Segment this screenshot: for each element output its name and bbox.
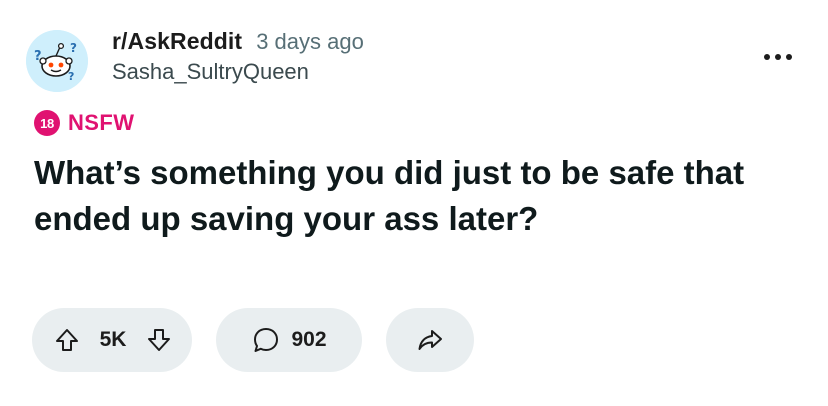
share-arrow-icon xyxy=(415,325,445,355)
subreddit-avatar-icon[interactable]: ? ? ? xyxy=(26,30,88,92)
post-meta: r/AskReddit 3 days ago Sasha_SultryQueen xyxy=(112,28,364,85)
more-dot xyxy=(764,54,770,60)
vote-pill: 5K xyxy=(32,308,192,372)
svg-text:?: ? xyxy=(70,41,77,55)
comment-bubble-icon xyxy=(251,325,281,355)
post-header: ? ? ? r/AskReddit 3 days ago Sasha_Sultr… xyxy=(26,24,802,94)
nsfw-tag: 18 NSFW xyxy=(34,110,134,136)
author-username[interactable]: Sasha_SultryQueen xyxy=(112,59,364,85)
downvote-arrow-icon[interactable] xyxy=(144,325,174,355)
more-dot xyxy=(775,54,781,60)
more-options-icon[interactable] xyxy=(764,52,792,62)
post-card[interactable]: ? ? ? r/AskReddit 3 days ago Sasha_Sultr… xyxy=(0,0,828,406)
nsfw-label: NSFW xyxy=(68,110,135,135)
nsfw-18-badge: 18 xyxy=(34,110,60,136)
post-timestamp: 3 days ago xyxy=(256,29,364,54)
post-title[interactable]: What’s something you did just to be safe… xyxy=(34,150,804,242)
post-actions: 5K 902 xyxy=(32,308,474,372)
more-dot xyxy=(786,54,792,60)
comments-button[interactable]: 902 xyxy=(216,308,362,372)
subreddit-name[interactable]: r/AskReddit xyxy=(112,28,242,55)
vote-count: 5K xyxy=(99,328,127,351)
comment-count: 902 xyxy=(291,328,327,351)
post-meta-line: r/AskReddit 3 days ago xyxy=(112,28,364,55)
share-button[interactable] xyxy=(386,308,474,372)
svg-text:?: ? xyxy=(68,70,74,83)
upvote-arrow-icon[interactable] xyxy=(52,325,82,355)
